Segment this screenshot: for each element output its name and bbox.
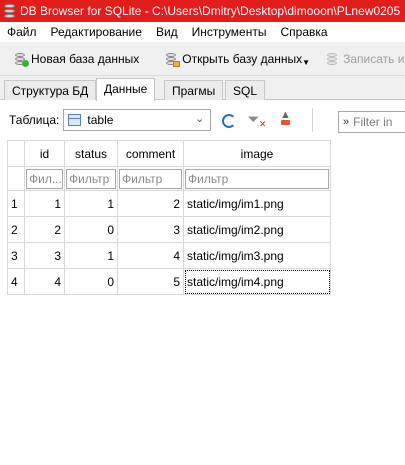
menu-file[interactable]: Файл <box>0 25 44 39</box>
cell-id[interactable]: 4 <box>24 268 65 295</box>
refresh-icon[interactable] <box>222 114 237 128</box>
menu-help[interactable]: Справка <box>273 25 334 39</box>
clear-sorting-icon[interactable]: ▲ <box>276 110 294 129</box>
title-bar[interactable]: DB Browser for SQLite - C:\Users\Dmitry\… <box>0 0 405 22</box>
table-row[interactable]: 2 2 0 3 static/img/im2.png <box>7 216 331 243</box>
write-changes-icon <box>326 52 340 66</box>
cell-id[interactable]: 3 <box>24 242 65 269</box>
row-number[interactable]: 4 <box>7 268 25 295</box>
write-changes-button[interactable]: Записать изме <box>326 46 405 72</box>
cell-comment[interactable]: 5 <box>117 268 184 295</box>
table-select-value: table <box>87 113 114 127</box>
column-header-comment[interactable]: comment <box>117 140 184 167</box>
row-number[interactable]: 3 <box>7 242 25 269</box>
filter-in-field[interactable]: » Filter in <box>338 111 405 133</box>
table-row[interactable]: 4 4 0 5 static/img/im4.png <box>7 268 331 295</box>
tab-browse-data[interactable]: Данные <box>96 78 156 101</box>
filter-input-image[interactable]: Фильтр <box>185 168 329 189</box>
cell-image[interactable]: static/img/im1.png <box>183 190 331 217</box>
column-header-image[interactable]: image <box>183 140 331 167</box>
cell-status[interactable]: 1 <box>64 242 118 269</box>
cell-comment[interactable]: 2 <box>117 190 184 217</box>
cell-image[interactable]: static/img/im4.png <box>183 268 331 295</box>
header-row: id status comment image <box>7 140 331 167</box>
cell-comment[interactable]: 3 <box>117 216 184 243</box>
db-browser-app-icon <box>3 3 16 19</box>
chevron-down-icon: ⌄ <box>195 113 205 125</box>
clear-filters-icon[interactable]: ⏷ ✕ <box>247 111 266 129</box>
cell-id[interactable]: 1 <box>24 190 65 217</box>
tab-sql[interactable]: SQL <box>225 80 266 100</box>
filterbar-separator <box>312 108 314 132</box>
new-database-icon <box>14 52 29 67</box>
cell-image[interactable]: static/img/im3.png <box>183 242 331 269</box>
more-chevron-icon[interactable]: » <box>343 116 349 128</box>
table-row[interactable]: 1 1 1 2 static/img/im1.png <box>7 190 331 217</box>
table-select[interactable]: table ⌄ <box>63 109 212 131</box>
cell-status[interactable]: 1 <box>64 190 118 217</box>
table-icon <box>68 114 82 126</box>
filter-input-comment[interactable]: Фильтр <box>119 168 182 189</box>
main-tabs: Структура БД Данные Прагмы SQL <box>0 78 405 101</box>
data-grid: id status comment image Фил... Фильтр Фи… <box>7 140 331 295</box>
cell-comment[interactable]: 4 <box>117 242 184 269</box>
menu-tools[interactable]: Инструменты <box>185 25 274 39</box>
new-database-label: Новая база данных <box>31 51 140 66</box>
cell-id[interactable]: 2 <box>24 216 65 243</box>
write-changes-label: Записать изме <box>343 51 405 66</box>
cell-status[interactable]: 0 <box>64 268 118 295</box>
tab-pragmas[interactable]: Прагмы <box>164 80 224 100</box>
open-database-button[interactable]: Открыть базу данных <box>161 46 302 72</box>
open-database-dropdown-icon[interactable]: ▼ <box>302 58 310 67</box>
filter-in-placeholder: Filter in <box>353 115 393 129</box>
menu-edit[interactable]: Редактирование <box>44 25 149 39</box>
open-database-label: Открыть базу данных <box>182 51 303 66</box>
main-toolbar: Новая база данных Открыть базу данных ▼ … <box>0 42 405 76</box>
row-number[interactable]: 1 <box>7 190 25 217</box>
menu-bar: Файл Редактирование Вид Инструменты Спра… <box>0 22 405 42</box>
table-label: Таблица: <box>9 113 60 127</box>
open-database-icon <box>165 52 181 67</box>
filter-input-id[interactable]: Фил... <box>26 168 63 189</box>
menu-view[interactable]: Вид <box>149 25 185 39</box>
window-title: DB Browser for SQLite - C:\Users\Dmitry\… <box>20 4 401 18</box>
table-row[interactable]: 3 3 1 4 static/img/im3.png <box>7 242 331 269</box>
browse-data-panel: Таблица: table ⌄ ⏷ ✕ ▲ » Filter in id sta… <box>0 100 405 465</box>
grid-corner[interactable] <box>7 140 25 167</box>
cell-image[interactable]: static/img/im2.png <box>183 216 331 243</box>
row-number[interactable]: 2 <box>7 216 25 243</box>
new-database-button[interactable]: Новая база данных <box>10 46 143 72</box>
column-header-id[interactable]: id <box>24 140 65 167</box>
cell-status[interactable]: 0 <box>64 216 118 243</box>
column-header-status[interactable]: status <box>64 140 118 167</box>
filter-input-status[interactable]: Фильтр <box>66 168 116 189</box>
filter-row: Фил... Фильтр Фильтр Фильтр <box>7 166 331 191</box>
tab-db-structure[interactable]: Структура БД <box>4 80 97 100</box>
